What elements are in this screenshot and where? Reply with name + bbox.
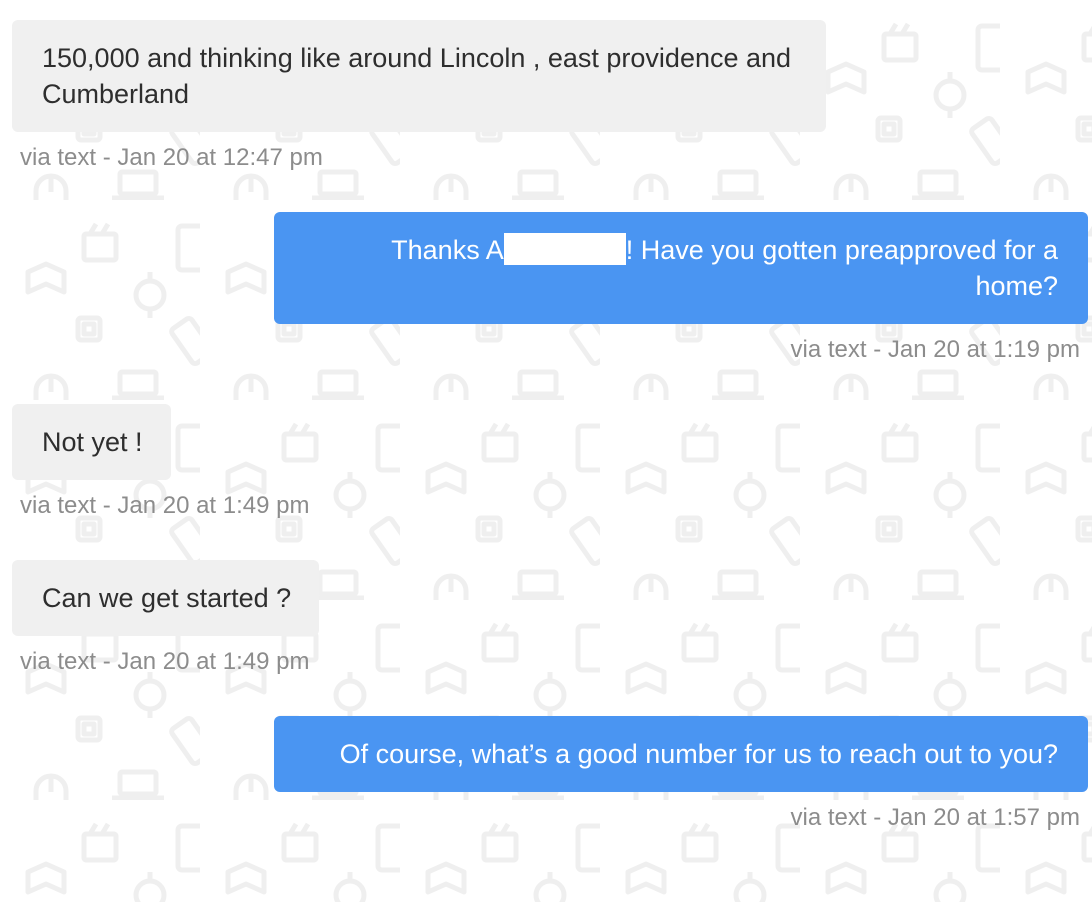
message-bubble: 150,000 and thinking like around Lincoln… bbox=[12, 20, 826, 132]
message-text-part: Thanks A bbox=[391, 235, 504, 265]
message-incoming: 150,000 and thinking like around Lincoln… bbox=[12, 20, 826, 172]
message-timestamp: via text - Jan 20 at 1:49 pm bbox=[20, 492, 310, 519]
message-text-part: ! Have you gotten preapproved for a home… bbox=[625, 235, 1058, 301]
message-bubble: Of course, what’s a good number for us t… bbox=[274, 716, 1088, 792]
message-timestamp: via text - Jan 20 at 1:49 pm bbox=[20, 648, 310, 675]
message-timestamp: via text - Jan 20 at 1:57 pm bbox=[790, 804, 1081, 831]
message-bubble: Thanks A ! Have you gotten preapproved fo… bbox=[274, 212, 1088, 324]
message-thread: 150,000 and thinking like around Lincoln… bbox=[0, 0, 1092, 902]
redaction-box bbox=[503, 233, 626, 265]
message-timestamp: via text - Jan 20 at 1:19 pm bbox=[790, 336, 1081, 363]
message-outgoing: Thanks A ! Have you gotten preapproved fo… bbox=[274, 212, 1088, 364]
message-incoming: Can we get started ? via text - Jan 20 a… bbox=[12, 560, 320, 676]
message-bubble: Not yet ! bbox=[12, 404, 171, 480]
message-bubble: Can we get started ? bbox=[12, 560, 320, 636]
message-incoming: Not yet ! via text - Jan 20 at 1:49 pm bbox=[12, 404, 310, 520]
message-outgoing: Of course, what’s a good number for us t… bbox=[274, 716, 1088, 832]
message-timestamp: via text - Jan 20 at 12:47 pm bbox=[20, 144, 323, 171]
